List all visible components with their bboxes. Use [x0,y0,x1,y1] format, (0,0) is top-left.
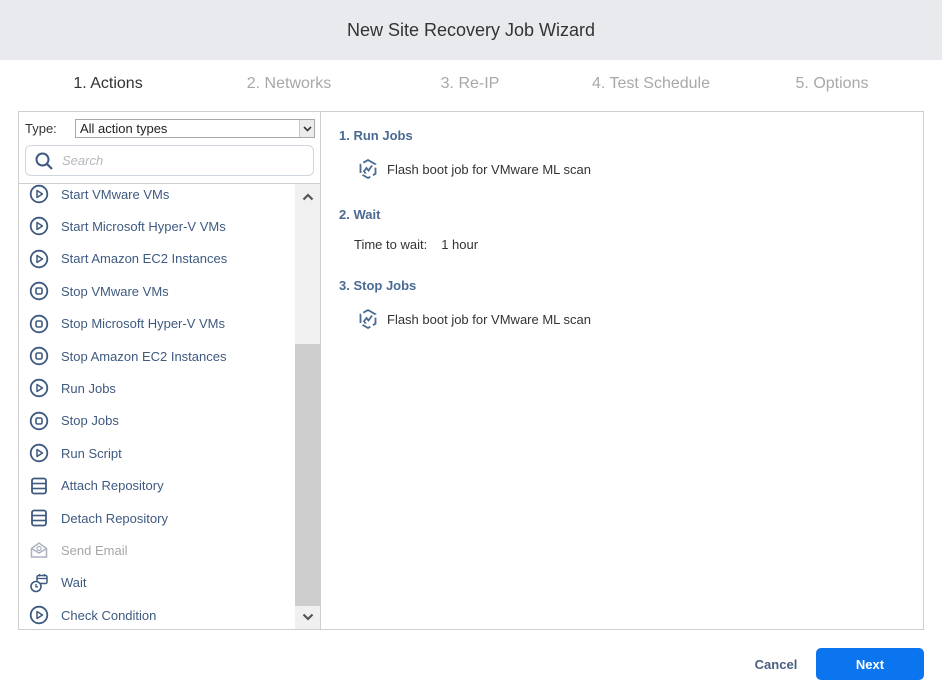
job-name: Flash boot job for VMware ML scan [387,311,591,327]
action-list-item-label: Start Amazon EC2 Instances [61,251,228,267]
action-list-item-label: Detach Repository [61,510,168,526]
stop-circle-icon [29,281,49,301]
type-select-value: All action types [80,121,168,136]
next-button[interactable]: Next [816,648,924,680]
play-circle-icon [29,184,49,204]
flash-boot-job-icon [357,308,379,330]
action-list-item-label: Wait [61,575,87,591]
play-circle-icon [29,605,49,625]
action-list-item[interactable]: Run Script [19,438,295,468]
action-sequence-panel: 1. Run Jobs Flash boot job for VMware ML… [321,111,924,630]
repository-icon [29,508,49,528]
scroll-up-button[interactable] [295,186,320,208]
action-list-item[interactable]: Start Amazon EC2 Instances [19,244,295,274]
scroll-down-button[interactable] [295,606,320,628]
stop-circle-icon [29,346,49,366]
scrollbar[interactable] [295,184,320,629]
step-actions[interactable]: 1. Actions [73,75,142,93]
action-list-item-label: Stop Microsoft Hyper-V VMs [61,316,225,332]
action-list-item[interactable]: Start VMware VMs [19,184,295,209]
action-list-item-label: Start Microsoft Hyper-V VMs [61,218,226,234]
action-list-item[interactable]: Stop VMware VMs [19,276,295,306]
wait-row: Time to wait: 1 hour [354,237,478,252]
search-box [25,145,314,176]
action-list-item[interactable]: Run Jobs [19,373,295,403]
repository-icon [29,476,49,496]
type-label: Type: [25,121,57,136]
action-list-item-label: Send Email [61,542,128,558]
action-list-item-label: Start VMware VMs [61,186,170,202]
action-list-item[interactable]: Wait [19,568,295,598]
run-job-item[interactable]: Flash boot job for VMware ML scan [357,158,591,180]
action-list-item[interactable]: Stop Microsoft Hyper-V VMs [19,309,295,339]
wizard-title: New Site Recovery Job Wizard [346,19,596,40]
action-list-item[interactable]: Check Condition [19,600,295,629]
chevron-down-icon[interactable] [299,120,314,137]
search-icon [26,151,62,171]
scroll-thumb[interactable] [295,344,320,606]
section-title-run-jobs: 1. Run Jobs [339,128,413,143]
step-re-ip[interactable]: 3. Re-IP [441,75,500,93]
wizard-header: New Site Recovery Job Wizard [0,0,942,60]
action-list-item-label: Run Jobs [61,380,116,396]
cancel-button[interactable]: Cancel [745,649,807,679]
action-list-item[interactable]: Start Microsoft Hyper-V VMs [19,211,295,241]
action-list-item-label: Stop Jobs [61,413,119,429]
action-list-item-label: Stop Amazon EC2 Instances [61,348,227,364]
search-input[interactable] [62,153,302,168]
wait-value[interactable]: 1 hour [441,237,478,252]
wizard-steps: 1. Actions 2. Networks 3. Re-IP 4. Test … [0,75,942,97]
flash-boot-job-icon [357,158,379,180]
play-circle-icon [29,216,49,236]
wait-label: Time to wait: [354,237,428,252]
type-filter-row: Type: All action types [25,119,315,138]
section-title-stop-jobs: 3. Stop Jobs [339,278,417,293]
type-select[interactable]: All action types [75,119,315,138]
job-name: Flash boot job for VMware ML scan [387,161,591,177]
action-list-item-label: Check Condition [61,607,157,623]
step-options[interactable]: 5. Options [796,75,869,93]
action-list-item[interactable]: Attach Repository [19,471,295,501]
play-circle-icon [29,443,49,463]
actions-list-area: Start VMware VMs Start Microsoft Hyper-V … [19,183,320,629]
wait-clock-icon [29,573,49,593]
section-title-wait: 2. Wait [339,207,381,222]
action-list-item[interactable]: Detach Repository [19,503,295,533]
action-list-item[interactable]: Send Email [19,535,295,565]
step-test-schedule[interactable]: 4. Test Schedule [592,75,710,93]
stop-circle-icon [29,314,49,334]
play-circle-icon [29,249,49,269]
stop-job-item[interactable]: Flash boot job for VMware ML scan [357,308,591,330]
action-list-item-label: Run Script [61,445,122,461]
step-networks[interactable]: 2. Networks [247,75,331,93]
action-list-item-label: Stop VMware VMs [61,283,169,299]
action-list-item[interactable]: Stop Jobs [19,406,295,436]
play-circle-icon [29,378,49,398]
stop-circle-icon [29,411,49,431]
action-list-item-label: Attach Repository [61,478,164,494]
email-icon [29,540,49,560]
actions-panel: Type: All action types Start VMware VMsS… [18,111,321,630]
action-list-item[interactable]: Stop Amazon EC2 Instances [19,341,295,371]
